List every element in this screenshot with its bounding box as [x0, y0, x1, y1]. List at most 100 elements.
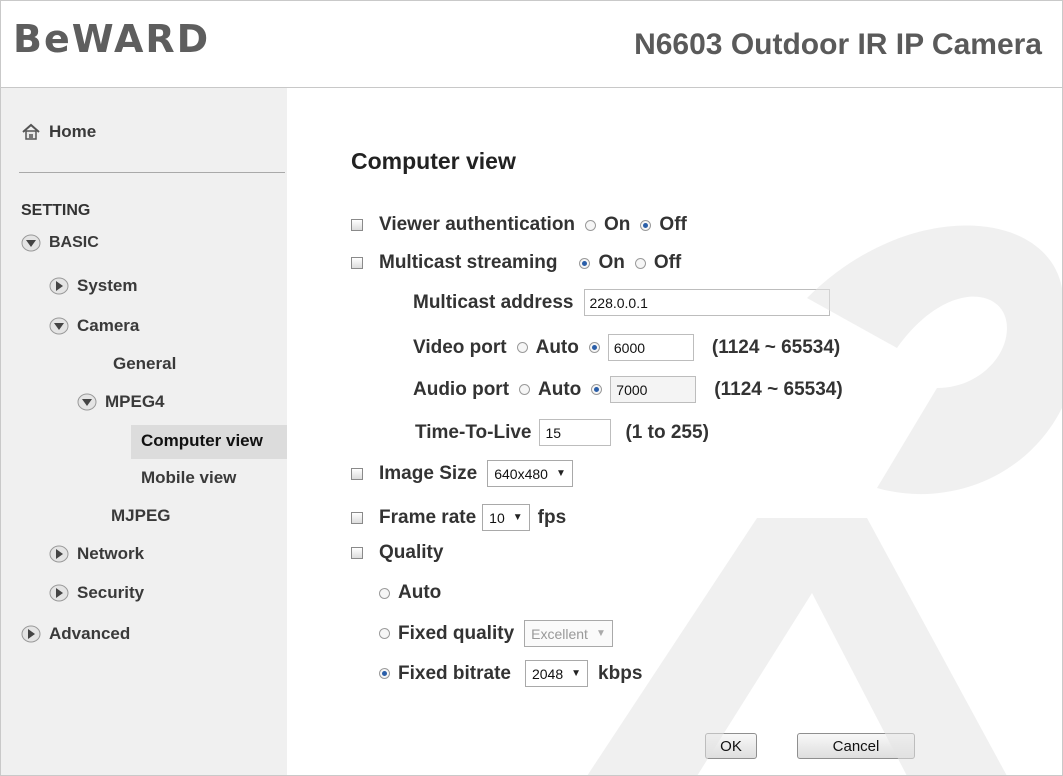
- audio-port-auto-radio[interactable]: [519, 384, 531, 395]
- multicast-on-radio[interactable]: [579, 257, 591, 269]
- fixed-quality-select[interactable]: Excellent ▼: [524, 620, 613, 647]
- sidebar-item-network[interactable]: Network: [49, 544, 144, 564]
- sidebar-item-home[interactable]: Home: [21, 122, 96, 142]
- video-port-row: Video port Auto (1124 ~ 65534): [413, 334, 840, 361]
- quality-label: Quality: [379, 542, 444, 563]
- page-title: Computer view: [351, 148, 516, 174]
- dropdown-arrow-icon: ▼: [595, 628, 606, 639]
- sidebar-item-mjpeg[interactable]: MJPEG: [111, 506, 171, 526]
- audio-port-range: (1124 ~ 65534): [714, 378, 843, 400]
- multicast-off-radio[interactable]: [634, 257, 646, 269]
- sidebar-item-label: Computer view: [141, 431, 263, 450]
- sidebar-item-label: BASIC: [49, 234, 99, 251]
- divider: [19, 172, 285, 173]
- sidebar-item-label: MJPEG: [111, 506, 171, 525]
- home-icon: [22, 123, 40, 140]
- ttl-input[interactable]: [539, 419, 612, 446]
- ok-button[interactable]: OK: [705, 733, 757, 759]
- image-size-label: Image Size: [379, 462, 478, 484]
- radio-label: Fixed quality: [398, 622, 515, 644]
- viewer-auth-off-radio[interactable]: [640, 219, 652, 231]
- sidebar-item-advanced[interactable]: Advanced: [21, 624, 130, 644]
- sidebar-item-general[interactable]: General: [113, 354, 176, 374]
- multicast-streaming-label: Multicast streaming: [379, 252, 558, 273]
- sidebar-item-camera[interactable]: Camera: [49, 316, 139, 336]
- sidebar-item-mobile-view[interactable]: Mobile view: [141, 468, 236, 488]
- ttl-row: Time-To-Live (1 to 255): [415, 419, 709, 446]
- fixed-bitrate-radio[interactable]: [379, 668, 390, 679]
- radio-label: On: [604, 214, 631, 235]
- sidebar-item-basic[interactable]: BASIC: [21, 234, 99, 252]
- frame-rate-unit: fps: [537, 506, 567, 528]
- ttl-range: (1 to 255): [625, 421, 709, 443]
- audio-port-input[interactable]: [610, 376, 697, 403]
- ttl-label: Time-To-Live: [415, 421, 532, 443]
- sidebar-item-computer-view[interactable]: Computer view: [141, 431, 263, 451]
- video-port-label: Video port: [413, 336, 507, 358]
- multicast-address-input[interactable]: [583, 289, 830, 316]
- radio-label: Fixed bitrate: [398, 662, 511, 684]
- viewer-authentication-row: Viewer authentication On Off: [351, 214, 687, 236]
- sidebar-item-label: Camera: [77, 316, 140, 335]
- audio-port-label: Audio port: [413, 378, 510, 400]
- sidebar-item-security[interactable]: Security: [49, 583, 144, 603]
- fixed-quality-row: Fixed quality Excellent ▼: [379, 620, 623, 647]
- chevron-down-icon: [77, 393, 97, 411]
- multicast-streaming-row: Multicast streaming On Off: [351, 252, 681, 274]
- radio-label: Off: [653, 252, 682, 273]
- sidebar-item-system[interactable]: System: [49, 276, 137, 296]
- radio-label: Auto: [535, 336, 579, 358]
- viewer-authentication-label: Viewer authentication: [379, 214, 576, 235]
- chevron-down-icon: [49, 317, 69, 335]
- video-port-range: (1124 ~ 65534): [711, 336, 841, 358]
- sidebar-item-mpeg4[interactable]: MPEG4: [77, 392, 165, 412]
- brand-logo: BeWARD: [13, 17, 211, 61]
- sidebar-item-label: MPEG4: [105, 392, 165, 411]
- sidebar-item-label: Home: [49, 122, 97, 141]
- audio-port-manual-radio[interactable]: [591, 384, 603, 395]
- image-size-value: 640x480: [494, 465, 548, 482]
- sidebar-item-label: Network: [77, 544, 145, 563]
- frame-rate-label: Frame rate: [379, 506, 477, 528]
- bitrate-value: 2048: [531, 665, 564, 682]
- sidebar-item-label: General: [113, 354, 177, 373]
- bullet-icon: [351, 219, 363, 231]
- video-port-auto-radio[interactable]: [516, 342, 528, 353]
- bullet-icon: [351, 467, 363, 480]
- radio-label: Off: [659, 214, 687, 235]
- radio-label: Auto: [538, 378, 582, 400]
- bitrate-select[interactable]: 2048 ▼: [524, 660, 589, 687]
- sidebar-item-label: Advanced: [49, 624, 131, 643]
- settings-panel: Computer view Viewer authentication On O…: [287, 88, 1062, 775]
- multicast-address-row: Multicast address: [413, 289, 830, 316]
- sidebar-item-label: Mobile view: [141, 468, 237, 487]
- image-size-select[interactable]: 640x480 ▼: [487, 460, 573, 487]
- chevron-right-icon: [49, 545, 69, 563]
- image-size-row: Image Size 640x480 ▼: [351, 460, 583, 487]
- audio-port-row: Audio port Auto (1124 ~ 65534): [413, 376, 843, 403]
- video-port-manual-radio[interactable]: [588, 342, 600, 353]
- dropdown-arrow-icon: ▼: [512, 512, 523, 523]
- chevron-right-icon: [49, 277, 69, 295]
- radio-label: Auto: [398, 582, 442, 603]
- bullet-icon: [351, 511, 363, 524]
- quality-auto-row: Auto: [379, 582, 441, 604]
- cancel-button[interactable]: Cancel: [797, 733, 915, 759]
- bullet-icon: [351, 257, 363, 269]
- camera-model-title: N6603 Outdoor IR IP Camera: [634, 28, 1042, 61]
- chevron-right-icon: [49, 584, 69, 602]
- frame-rate-value: 10: [489, 509, 505, 526]
- sidebar-item-label: Security: [77, 583, 145, 602]
- sidebar-item-label: System: [77, 276, 138, 295]
- frame-rate-select[interactable]: 10 ▼: [482, 504, 530, 531]
- fixed-quality-radio[interactable]: [379, 628, 390, 639]
- quality-auto-radio[interactable]: [379, 587, 390, 599]
- viewer-auth-on-radio[interactable]: [585, 219, 597, 231]
- sidebar-nav: Home SETTING BASIC System Camera General…: [1, 88, 287, 775]
- header: BeWARD N6603 Outdoor IR IP Camera: [1, 1, 1062, 88]
- video-port-input[interactable]: [607, 334, 694, 361]
- quality-row: Quality: [351, 542, 443, 564]
- chevron-down-icon: [21, 234, 41, 252]
- section-heading: SETTING: [21, 202, 91, 219]
- frame-rate-row: Frame rate 10 ▼ fps: [351, 504, 566, 531]
